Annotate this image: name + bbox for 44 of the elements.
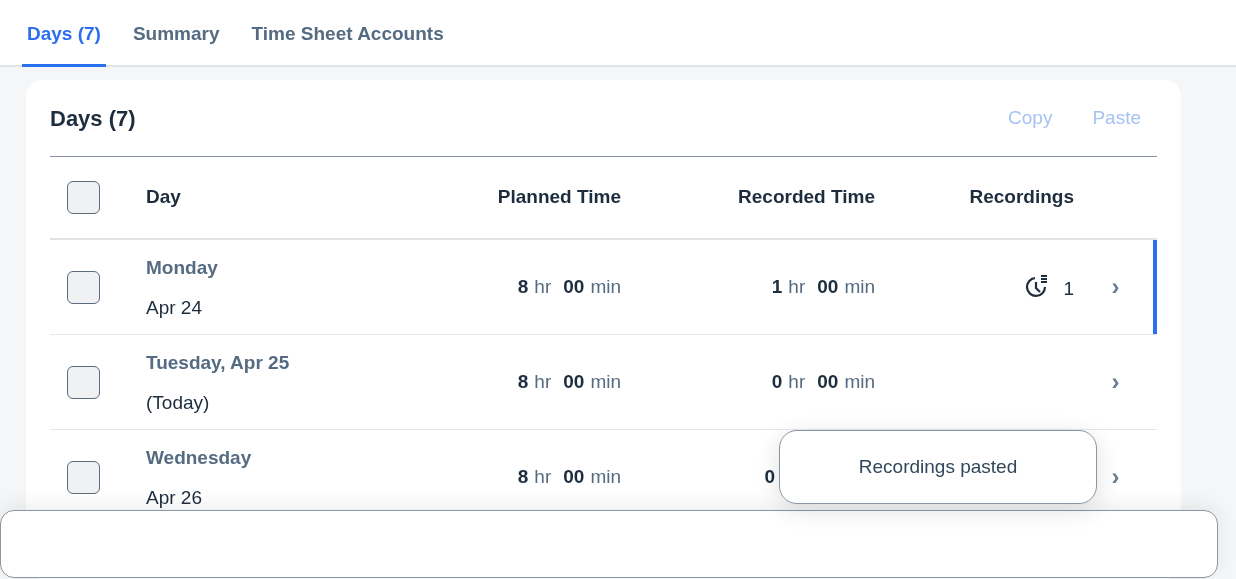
unit-label: min [590, 369, 621, 394]
tab[interactable]: Time Sheet Accounts [246, 0, 449, 67]
checkbox[interactable] [67, 365, 100, 399]
unit-label: min [590, 464, 621, 489]
unit-label: min [844, 369, 875, 394]
hours-value: 0 [764, 464, 775, 489]
day-date: (Today) [146, 391, 211, 415]
hours-value: 8 [517, 464, 529, 489]
unit-label: min [844, 274, 875, 299]
pasted-toast: Recordings pasted [779, 430, 1097, 504]
unit-label: hr [788, 369, 806, 394]
tab[interactable]: Summary [127, 0, 225, 67]
hours-value: 8 [517, 369, 529, 394]
unit-label: hr [534, 464, 552, 489]
chevron-button[interactable]: › [1109, 275, 1122, 299]
tab[interactable]: Days (7) [22, 0, 106, 67]
minutes-value: 00 [563, 274, 585, 299]
hours-value: 0 [771, 369, 783, 394]
day-name: Tuesday, Apr 25 [146, 350, 291, 375]
day-date: Apr 26 [146, 486, 203, 510]
checkbox[interactable] [67, 270, 100, 304]
unit-label: hr [534, 369, 552, 394]
hours-value: 1 [771, 274, 783, 299]
unit-label: min [590, 274, 621, 299]
minutes-value: 00 [563, 369, 585, 394]
chevron-button[interactable]: › [1109, 370, 1122, 394]
column-header: Recordings [969, 186, 1074, 208]
minutes-value: 00 [563, 464, 585, 489]
minutes-value: 00 [817, 274, 839, 299]
day-date: Apr 24 [146, 296, 203, 320]
panel-title: Days (7) [50, 104, 136, 133]
checkbox[interactable] [67, 460, 100, 494]
chevron-button[interactable]: › [1109, 465, 1122, 489]
day-name: Wednesday [146, 445, 253, 470]
day-name: Monday [146, 255, 219, 280]
column-header: Planned Time [497, 186, 621, 208]
column-header: Recorded Time [738, 186, 875, 208]
recordings-count: 1 [1063, 276, 1074, 301]
minutes-value: 00 [817, 369, 839, 394]
checkbox[interactable] [67, 181, 100, 214]
column-header: Day [146, 186, 181, 208]
unit-label: hr [534, 274, 552, 299]
hours-value: 8 [517, 274, 529, 299]
unit-label: hr [788, 274, 806, 299]
